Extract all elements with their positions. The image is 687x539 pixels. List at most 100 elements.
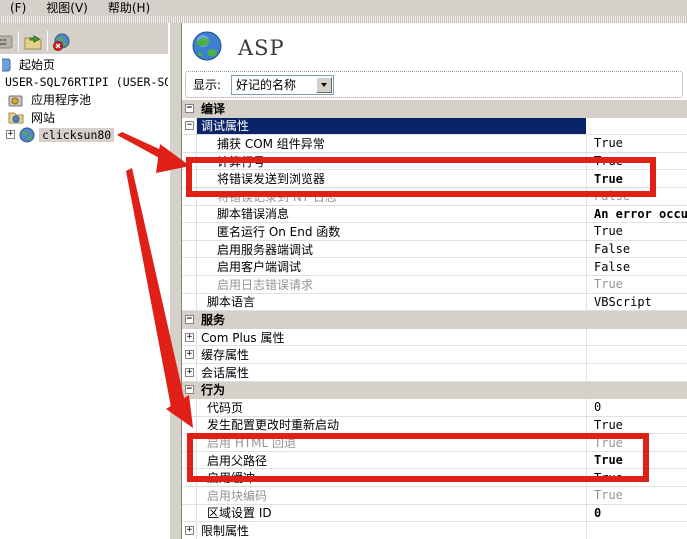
grid-row-gutter <box>182 487 197 505</box>
grid-row-14[interactable]: +缓存属性 <box>182 346 687 364</box>
expand-plus-icon[interactable]: + <box>185 350 194 359</box>
grid-row-22[interactable]: 启用块编码 True <box>182 487 687 505</box>
property-value[interactable] <box>586 329 687 347</box>
property-name: 计算行号 <box>197 153 265 170</box>
grid-row-15[interactable]: +会话属性 <box>182 364 687 382</box>
property-value[interactable]: 0 <box>586 505 687 523</box>
property-value[interactable]: True <box>586 434 687 452</box>
grid-row-gutter <box>182 223 197 241</box>
tree-item-0[interactable]: 起始页 <box>0 56 168 74</box>
start-page-icon <box>2 57 12 73</box>
grid-row-23[interactable]: 区域设置 ID 0 <box>182 505 687 523</box>
property-value[interactable] <box>586 118 687 136</box>
globe-stop-icon[interactable] <box>52 32 72 52</box>
property-value[interactable] <box>586 346 687 364</box>
grid-row-19[interactable]: 启用 HTML 回退True <box>182 434 687 452</box>
tree-item-clicksun80[interactable]: +clicksun80 <box>0 126 168 144</box>
property-value[interactable]: True <box>586 452 687 470</box>
grid-row-2[interactable]: 捕获 COM 组件异常True <box>182 135 687 153</box>
grid-row-17[interactable]: 代码页0 <box>182 399 687 417</box>
grid-row-7[interactable]: 匿名运行 On End 函数 True <box>182 223 687 241</box>
expand-plus-icon[interactable]: + <box>185 333 194 342</box>
property-name: 服务 <box>197 311 225 328</box>
property-value[interactable]: 0 <box>586 399 687 417</box>
expand-plus-icon[interactable]: + <box>185 368 194 377</box>
toolbar-separator <box>18 31 19 51</box>
grid-row-16[interactable]: −行为 <box>182 382 687 400</box>
property-name-cell: 启用父路径 <box>197 452 586 470</box>
property-name: 启用客户端调试 <box>197 258 301 275</box>
grid-row-3[interactable]: 计算行号 True <box>182 153 687 171</box>
toolbar-separator <box>47 31 48 51</box>
grid-row-6[interactable]: 脚本错误消息An error occur <box>182 206 687 224</box>
property-value[interactable]: True <box>586 276 687 294</box>
property-name: 启用块编码 <box>197 487 267 504</box>
grid-row-gutter: − <box>182 118 197 136</box>
tree-item-label: 网站 <box>28 109 58 126</box>
property-value[interactable]: False <box>586 241 687 259</box>
grid-row-gutter: + <box>182 364 197 382</box>
grid-row-5[interactable]: 将错误记录到 NT 日志False <box>182 188 687 206</box>
display-mode-combobox[interactable]: 好记的名称 <box>231 75 334 95</box>
menu-item-0[interactable]: (F) <box>0 0 36 16</box>
property-value[interactable]: True <box>586 417 687 435</box>
property-name-cell: 启用块编码 <box>197 487 586 505</box>
property-value[interactable]: True <box>586 135 687 153</box>
property-name: Com Plus 属性 <box>197 329 284 346</box>
collapse-minus-icon[interactable]: − <box>185 104 194 113</box>
property-value[interactable]: True <box>586 223 687 241</box>
menu-item-2[interactable]: 帮助(H) <box>98 0 160 16</box>
property-value[interactable]: False <box>586 188 687 206</box>
grid-row-20[interactable]: 启用父路径True <box>182 452 687 470</box>
property-name-cell: 区域设置 ID <box>197 505 586 523</box>
grid-row-18[interactable]: 发生配置更改时重新启动True <box>182 417 687 435</box>
grid-row-gutter <box>182 170 197 188</box>
collapse-minus-icon[interactable]: − <box>185 315 194 324</box>
folder-go-icon[interactable] <box>23 32 43 52</box>
property-value[interactable] <box>586 522 687 539</box>
property-value[interactable]: True <box>586 153 687 171</box>
grid-row-21[interactable]: 启用缓冲True <box>182 469 687 487</box>
grid-row-4[interactable]: 将错误发送到浏览器True <box>182 170 687 188</box>
combo-dropdown-button[interactable] <box>316 77 332 93</box>
tree-item-3[interactable]: 网站 <box>0 109 168 127</box>
collapse-minus-icon[interactable]: − <box>185 385 194 394</box>
grid-row-gutter: − <box>182 382 197 400</box>
property-value[interactable] <box>586 100 687 118</box>
property-name-cell: 将错误记录到 NT 日志 <box>197 188 586 206</box>
grid-row-13[interactable]: +Com Plus 属性 <box>182 329 687 347</box>
grid-row-24[interactable]: +限制属性 <box>182 522 687 539</box>
collapse-minus-icon[interactable]: − <box>185 121 194 130</box>
property-value[interactable] <box>586 382 687 400</box>
property-value[interactable]: An error occur <box>586 206 687 224</box>
property-name-cell: 代码页 <box>197 399 586 417</box>
grid-row-11[interactable]: 脚本语言VBScript <box>182 294 687 312</box>
grid-row-12[interactable]: −服务 <box>182 311 687 329</box>
grid-row-9[interactable]: 启用客户端调试 False <box>182 258 687 276</box>
menu-item-1[interactable]: 视图(V) <box>36 0 98 16</box>
property-name: 启用服务器端调试 <box>197 241 313 258</box>
property-name: 匿名运行 On End 函数 <box>197 223 340 240</box>
grid-row-8[interactable]: 启用服务器端调试 False <box>182 241 687 259</box>
display-bar: 显示: 好记的名称 <box>185 71 683 98</box>
property-value[interactable]: True <box>586 469 687 487</box>
property-value[interactable]: False <box>586 258 687 276</box>
property-name-cell: 脚本语言 <box>197 294 586 312</box>
property-value[interactable]: True <box>586 487 687 505</box>
grid-row-1[interactable]: −调试属性 <box>182 118 687 136</box>
tree-item-2[interactable]: 应用程序池 <box>0 91 168 109</box>
grid-row-10[interactable]: 启用日志错误请求True <box>182 276 687 294</box>
property-value[interactable]: VBScript <box>586 294 687 312</box>
property-name: 限制属性 <box>197 522 249 539</box>
grid-row-0[interactable]: −编译 <box>182 100 687 118</box>
panel-splitter[interactable] <box>168 23 181 539</box>
property-name: 调试属性 <box>197 118 249 135</box>
property-name: 区域设置 ID <box>197 505 272 522</box>
property-value[interactable] <box>586 311 687 329</box>
tree-expander[interactable]: + <box>6 130 15 139</box>
expand-plus-icon[interactable]: + <box>185 526 194 535</box>
property-value[interactable] <box>586 364 687 382</box>
tree-item-user-sql76rtipi[interactable]: USER-SQL76RTIPI (USER-SQL76 <box>0 74 168 92</box>
property-value[interactable]: True <box>586 170 687 188</box>
keyboard-partial-icon[interactable] <box>0 32 14 52</box>
